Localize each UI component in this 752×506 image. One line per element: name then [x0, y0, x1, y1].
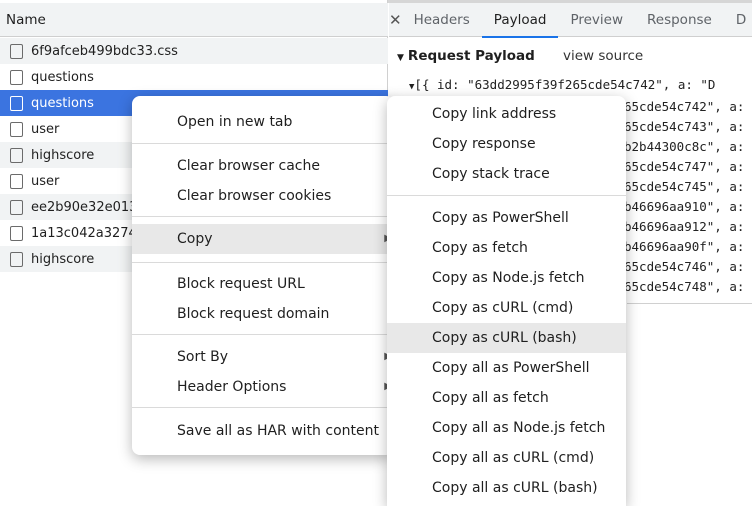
submenu-item[interactable]: Copy as PowerShell	[387, 203, 626, 233]
menu-header-options[interactable]: Header Options▶	[132, 372, 394, 402]
submenu-item[interactable]: Copy link address	[387, 99, 626, 129]
details-tabs: ✕ Headers Payload Preview Response D	[389, 3, 752, 38]
payload-first-line[interactable]: ▼[{ id: "63dd2995f39f265cde54c742", a: "…	[409, 77, 715, 92]
payload-line[interactable]: 65cde54c742", a:	[624, 99, 744, 114]
request-name: highscore	[31, 251, 95, 267]
menu-separator	[132, 262, 394, 263]
section-title: Request Payload	[407, 48, 535, 64]
tab-response[interactable]: Response	[635, 3, 724, 37]
payload-text: [{ id: "63dd2995f39f265cde54c742", a: "D	[414, 77, 716, 92]
checkbox-icon	[10, 69, 23, 85]
menu-sort-by[interactable]: Sort By▶	[132, 342, 394, 372]
request-name: questions	[31, 69, 94, 85]
context-menu: Open in new tab Clear browser cache Clea…	[132, 96, 394, 455]
submenu-item[interactable]: Copy stack trace	[387, 159, 626, 189]
menu-save-har[interactable]: Save all as HAR with content	[132, 416, 394, 446]
copy-submenu: Copy link address Copy response Copy stack…	[387, 96, 626, 506]
submenu-item[interactable]: Copy as fetch	[387, 233, 626, 263]
submenu-item[interactable]: Copy all as fetch	[387, 383, 626, 413]
tab-preview[interactable]: Preview	[558, 3, 635, 37]
menu-separator	[132, 334, 394, 335]
submenu-item[interactable]: Copy all as Node.js fetch	[387, 413, 626, 443]
payload-line[interactable]: 65cde54c745", a:	[624, 179, 744, 194]
payload-line[interactable]: b46696aa90f", a:	[624, 239, 744, 254]
tab-payload[interactable]: Payload	[481, 3, 559, 38]
menu-separator	[132, 407, 394, 408]
menu-block-domain[interactable]: Block request domain	[132, 299, 394, 329]
menu-clear-cookies[interactable]: Clear browser cookies	[132, 181, 394, 211]
payload-line[interactable]: 65cde54c743", a:	[624, 119, 744, 134]
submenu-item[interactable]: Copy as Node.js fetch	[387, 263, 626, 293]
request-row[interactable]: 6f9afceb499bdc33.css	[0, 38, 388, 64]
menu-copy[interactable]: Copy▶	[132, 224, 394, 254]
view-source-link[interactable]: view source	[563, 48, 643, 64]
checkbox-icon	[10, 225, 23, 241]
checkbox-icon	[10, 173, 23, 189]
checkbox-icon	[10, 43, 23, 59]
tab-headers[interactable]: Headers	[402, 3, 482, 37]
submenu-item[interactable]: Copy all as cURL (cmd)	[387, 443, 626, 473]
submenu-item[interactable]: Copy as cURL (bash)	[387, 323, 626, 353]
submenu-item[interactable]: Copy as cURL (cmd)	[387, 293, 626, 323]
menu-separator	[132, 216, 394, 217]
menu-clear-cache[interactable]: Clear browser cache	[132, 151, 394, 181]
request-row[interactable]: questions	[0, 64, 388, 90]
payload-line[interactable]: b2b44300c8c", a:	[624, 139, 744, 154]
name-column-header[interactable]: Name	[0, 3, 388, 37]
request-name: user	[31, 121, 60, 137]
menu-separator	[387, 195, 626, 196]
payload-line[interactable]: b46696aa912", a:	[624, 219, 744, 234]
payload-line[interactable]: 65cde54c748", a:	[624, 279, 744, 294]
menu-label: Header Options	[177, 379, 287, 395]
triangle-down-icon: ▼	[397, 53, 404, 63]
divider	[627, 303, 752, 304]
checkbox-icon	[10, 199, 23, 215]
checkbox-icon	[10, 147, 23, 163]
menu-label: Sort By	[177, 349, 229, 365]
request-name: 1a13c042a3274	[31, 225, 137, 241]
checkbox-icon	[10, 121, 23, 137]
submenu-item[interactable]: Copy response	[387, 129, 626, 159]
request-name: 6f9afceb499bdc33.css	[31, 43, 178, 59]
request-name: user	[31, 173, 60, 189]
checkbox-icon	[10, 95, 23, 111]
request-name: ee2b90e32e013	[31, 199, 138, 215]
submenu-item[interactable]: Copy all as cURL (bash)	[387, 473, 626, 503]
request-name: questions	[31, 95, 94, 111]
menu-label: Copy	[177, 231, 213, 247]
request-payload-section[interactable]: ▼ Request Payload	[397, 48, 535, 64]
payload-line[interactable]: b46696aa910", a:	[624, 199, 744, 214]
menu-separator	[132, 143, 394, 144]
submenu-item[interactable]: Copy all as PowerShell	[387, 353, 626, 383]
tab-more[interactable]: D	[724, 3, 752, 37]
menu-open-in-new-tab[interactable]: Open in new tab	[132, 107, 394, 137]
request-name: highscore	[31, 147, 95, 163]
close-icon[interactable]: ✕	[389, 11, 402, 29]
menu-block-url[interactable]: Block request URL	[132, 269, 394, 299]
checkbox-icon	[10, 251, 23, 267]
payload-line[interactable]: 65cde54c746", a:	[624, 259, 744, 274]
payload-line[interactable]: 65cde54c747", a:	[624, 159, 744, 174]
